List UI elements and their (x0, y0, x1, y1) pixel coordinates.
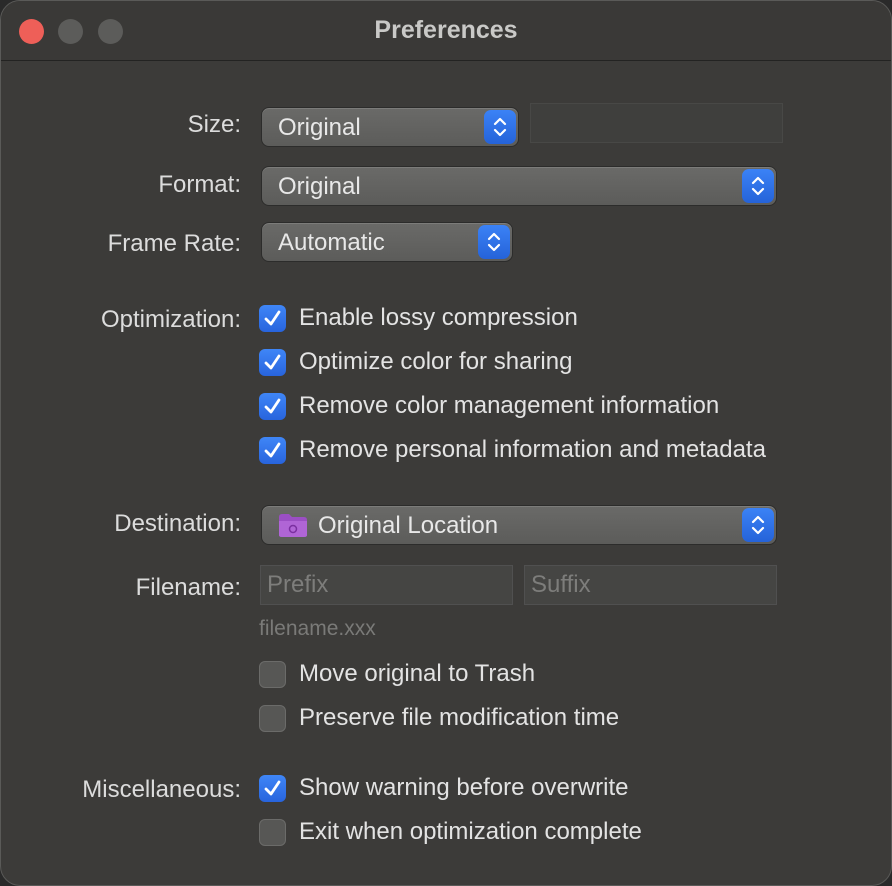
suffix-input[interactable] (525, 566, 776, 604)
title-bar[interactable]: Preferences (1, 1, 891, 61)
checkbox-label: Exit when optimization complete (299, 818, 642, 845)
frame-rate-label: Frame Rate: (107, 230, 241, 257)
destination-label: Destination: (114, 510, 241, 537)
warn-before-overwrite-checkbox[interactable]: Show warning before overwrite (259, 773, 629, 803)
suffix-field[interactable] (524, 565, 777, 605)
checkbox-label: Show warning before overwrite (299, 774, 629, 801)
size-popup-stepper-icon (484, 110, 516, 144)
checkmark-icon (259, 392, 286, 420)
size-custom-input[interactable] (531, 104, 782, 142)
frame-rate-popup-value: Automatic (278, 229, 385, 256)
checkmark-icon (259, 774, 286, 802)
frame-rate-popup-stepper-icon (478, 225, 510, 259)
filename-label: Filename: (135, 574, 241, 601)
destination-popup-value: Original Location (318, 512, 499, 539)
filename-example: filename.xxx (259, 617, 376, 640)
exit-when-complete-checkbox[interactable]: Exit when optimization complete (259, 817, 642, 847)
format-label: Format: (158, 171, 241, 198)
checkmark-icon (259, 348, 286, 376)
move-to-trash-checkbox[interactable]: Move original to Trash (259, 659, 535, 689)
size-custom-field[interactable] (530, 103, 783, 143)
checkbox-box (259, 818, 286, 846)
checkbox-label: Optimize color for sharing (299, 348, 573, 375)
window-title: Preferences (374, 16, 518, 44)
prefix-field[interactable] (260, 565, 513, 605)
checkbox-label: Move original to Trash (299, 660, 536, 687)
prefix-input[interactable] (261, 566, 512, 604)
folder-icon (278, 512, 308, 538)
size-label: Size: (187, 111, 241, 138)
frame-rate-popup[interactable]: Automatic (261, 222, 513, 262)
preserve-modification-time-checkbox[interactable]: Preserve file modification time (259, 703, 619, 733)
optimize-color-checkbox[interactable]: Optimize color for sharing (259, 347, 572, 377)
remove-color-management-checkbox[interactable]: Remove color management information (259, 391, 719, 421)
checkmark-icon (259, 304, 286, 332)
preferences-window: Preferences Size: Original Format: Origi… (0, 0, 892, 886)
checkbox-label: Remove color management information (299, 392, 720, 419)
checkbox-box (259, 660, 286, 688)
checkbox-label: Preserve file modification time (299, 704, 620, 731)
destination-popup[interactable]: Original Location (261, 505, 777, 545)
destination-popup-stepper-icon (742, 508, 774, 542)
checkmark-icon (259, 436, 286, 464)
checkbox-label: Remove personal information and metadata (299, 436, 766, 463)
remove-metadata-checkbox[interactable]: Remove personal information and metadata (259, 435, 766, 465)
checkbox-label: Enable lossy compression (299, 304, 578, 331)
optimization-label: Optimization: (100, 306, 241, 333)
checkbox-box (259, 704, 286, 732)
size-popup[interactable]: Original (261, 107, 519, 147)
format-popup-value: Original (278, 173, 361, 200)
format-popup-stepper-icon (742, 169, 774, 203)
lossy-compression-checkbox[interactable]: Enable lossy compression (259, 303, 578, 333)
format-popup[interactable]: Original (261, 166, 777, 206)
miscellaneous-label: Miscellaneous: (82, 776, 241, 803)
size-popup-value: Original (278, 114, 361, 141)
